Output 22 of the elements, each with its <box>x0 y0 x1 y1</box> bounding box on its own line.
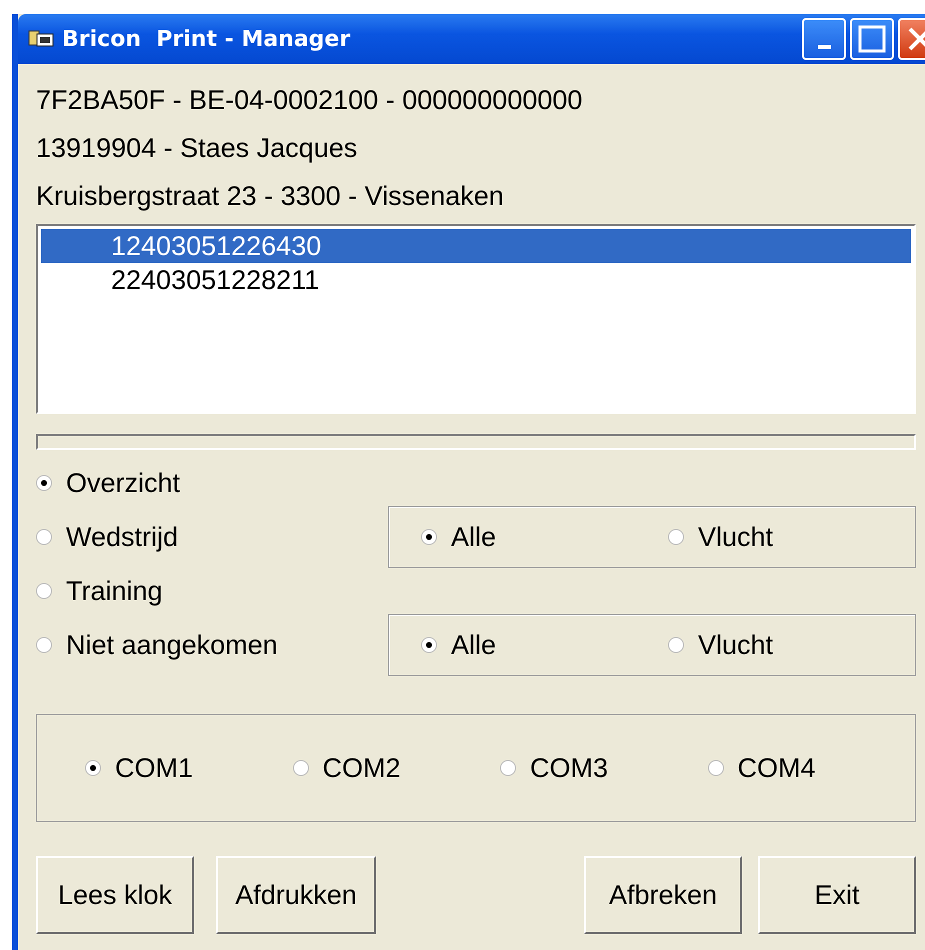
option-label: Alle <box>451 630 496 660</box>
action-button[interactable]: Exit <box>758 856 916 934</box>
option-label: Alle <box>451 522 496 552</box>
list-item[interactable]: 22403051228211 <box>41 263 911 297</box>
option-label: Training <box>66 576 163 606</box>
option-label: Vlucht <box>698 630 774 660</box>
option-label: Vlucht <box>698 522 774 552</box>
port-label: COM4 <box>738 752 816 784</box>
action-button[interactable]: Lees klok <box>36 856 194 934</box>
port-label: COM2 <box>322 752 401 784</box>
list-item[interactable]: 12403051226430 <box>41 229 911 263</box>
info-line: 7F2BA50F - BE-04-0002100 - 000000000000 <box>36 84 582 116</box>
action-button[interactable]: Afdrukken <box>216 856 376 934</box>
option-label: Niet aangekomen <box>66 630 278 660</box>
info-line: Kruisbergstraat 23 - 3300 - Vissenaken <box>36 180 504 213</box>
port-label: COM3 <box>530 752 608 784</box>
option-label: Wedstrijd <box>66 522 178 552</box>
info-line: 13919904 - Staes Jacques <box>36 132 358 165</box>
option-label: Overzicht <box>66 468 180 498</box>
action-button[interactable]: Afbreken <box>584 856 742 934</box>
port-label: COM1 <box>115 752 194 784</box>
window-title: Bricon Print - Manager <box>62 26 350 52</box>
